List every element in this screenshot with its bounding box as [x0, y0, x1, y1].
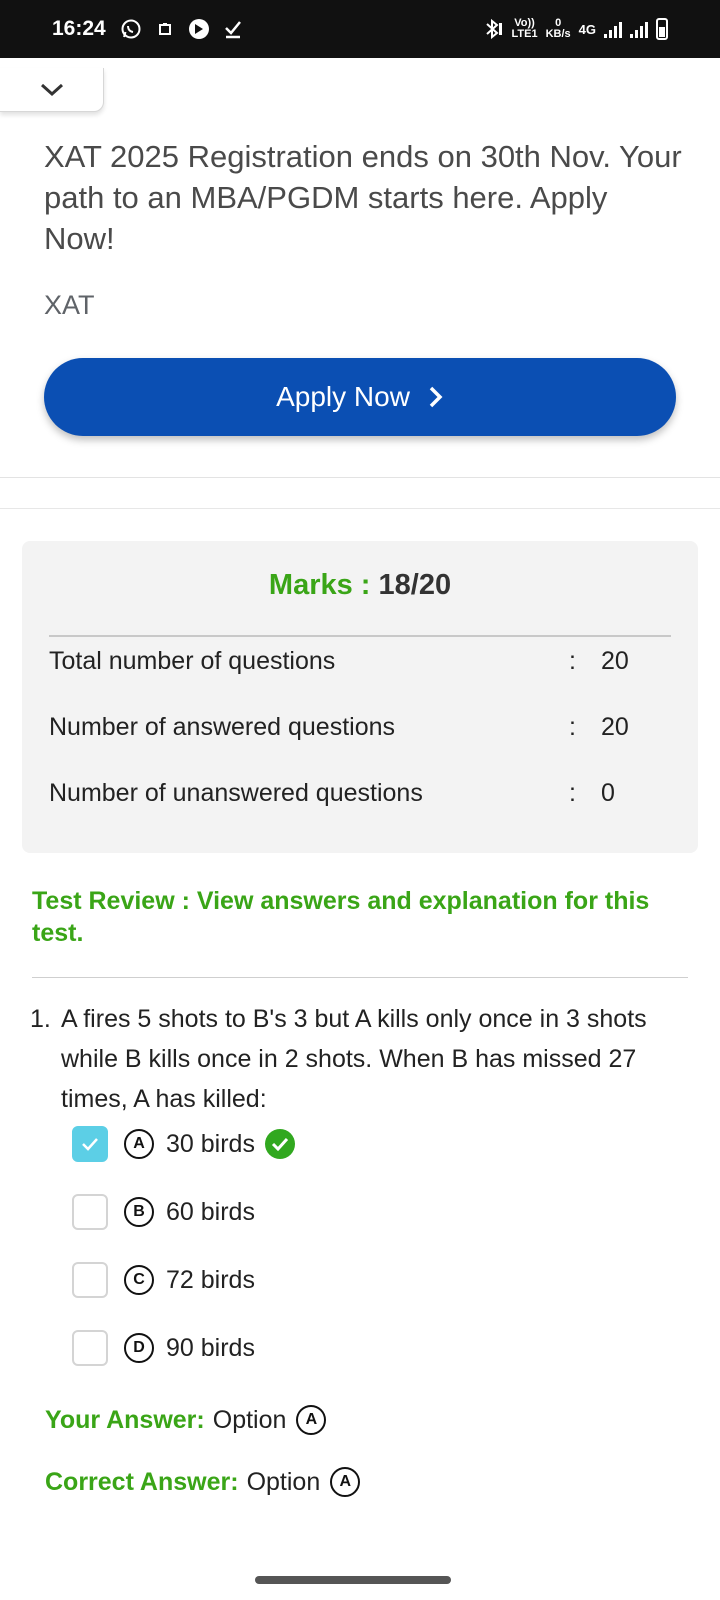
battery-icon	[656, 18, 668, 40]
your-answer: Your Answer: Option A	[45, 1405, 338, 1435]
network-type: 4G	[578, 21, 596, 37]
divider	[32, 977, 688, 978]
notification-icons	[120, 18, 244, 40]
answer-letter-icon: A	[296, 1405, 327, 1435]
ad-banner: XAT 2025 Registration ends on 30th Nov. …	[0, 58, 720, 478]
system-icons: Vo)) LTE1 0 KB/s 4G	[482, 18, 668, 40]
option-letter-icon: D	[124, 1333, 154, 1363]
option-letter-icon: A	[124, 1129, 154, 1159]
correct-answer-text: Option	[246, 1467, 321, 1496]
option-checkbox[interactable]	[72, 1194, 108, 1230]
download-check-icon	[222, 18, 244, 40]
ad-brand: XAT	[44, 290, 95, 320]
option-a[interactable]: A 30 birds	[72, 1125, 295, 1163]
answer-letter-icon: A	[330, 1467, 361, 1497]
network-speed: 0 KB/s	[545, 17, 571, 40]
your-answer-label: Your Answer:	[45, 1405, 205, 1434]
test-review-link[interactable]: Test Review : View answers and explanati…	[32, 885, 692, 949]
correct-answer-label: Correct Answer:	[45, 1467, 239, 1496]
correct-check-icon	[264, 1129, 295, 1159]
score-summary: Marks : 18/20 Total number of questions …	[22, 541, 698, 853]
question-number: 1.	[30, 1005, 51, 1033]
marks-label: Marks :	[268, 569, 371, 601]
option-checkbox[interactable]	[72, 1126, 108, 1162]
option-text: 72 birds	[166, 1265, 255, 1294]
volte-indicator: Vo)) LTE1	[511, 17, 538, 40]
app-icon	[188, 18, 210, 40]
option-text: 90 birds	[166, 1333, 255, 1362]
option-c[interactable]: C 72 birds	[72, 1261, 255, 1299]
marks-heading: Marks : 18/20	[22, 569, 698, 602]
bluetooth-icon	[482, 18, 504, 40]
correct-answer: Correct Answer: Option A	[45, 1467, 372, 1497]
ad-headline: XAT 2025 Registration ends on 30th Nov. …	[44, 139, 682, 256]
divider	[49, 635, 671, 637]
option-letter-icon: B	[124, 1197, 154, 1227]
your-answer-text: Option	[212, 1405, 287, 1434]
option-d[interactable]: D 90 birds	[72, 1329, 255, 1367]
chevron-right-icon	[429, 386, 443, 408]
status-time: 16:24	[52, 17, 106, 40]
test-result: Marks : 18/20 Total number of questions …	[0, 508, 720, 1556]
collapse-ad-button[interactable]	[0, 68, 104, 112]
question-text: A fires 5 shots to B's 3 but A kills onl…	[61, 1005, 647, 1113]
option-checkbox[interactable]	[72, 1330, 108, 1366]
question: 1. A fires 5 shots to B's 3 but A kills …	[30, 999, 680, 1119]
marks-value: 18/20	[378, 569, 452, 601]
signal-icon	[630, 20, 648, 38]
option-text: 60 birds	[166, 1197, 255, 1226]
home-indicator[interactable]	[255, 1576, 451, 1584]
option-b[interactable]: B 60 birds	[72, 1193, 255, 1231]
apply-now-button[interactable]: Apply Now	[44, 358, 676, 436]
apply-now-label: Apply Now	[276, 381, 410, 412]
chevron-down-icon	[40, 83, 63, 96]
check-icon	[82, 1138, 98, 1151]
option-checkbox[interactable]	[72, 1262, 108, 1298]
status-bar: 16:24 Vo)) LTE1 0 KB/s 4G	[0, 0, 720, 58]
whatsapp-icon	[120, 18, 142, 40]
signal-icon	[604, 20, 622, 38]
notification-icon	[154, 18, 176, 40]
option-letter-icon: C	[124, 1265, 154, 1295]
option-text: 30 birds	[166, 1129, 255, 1158]
